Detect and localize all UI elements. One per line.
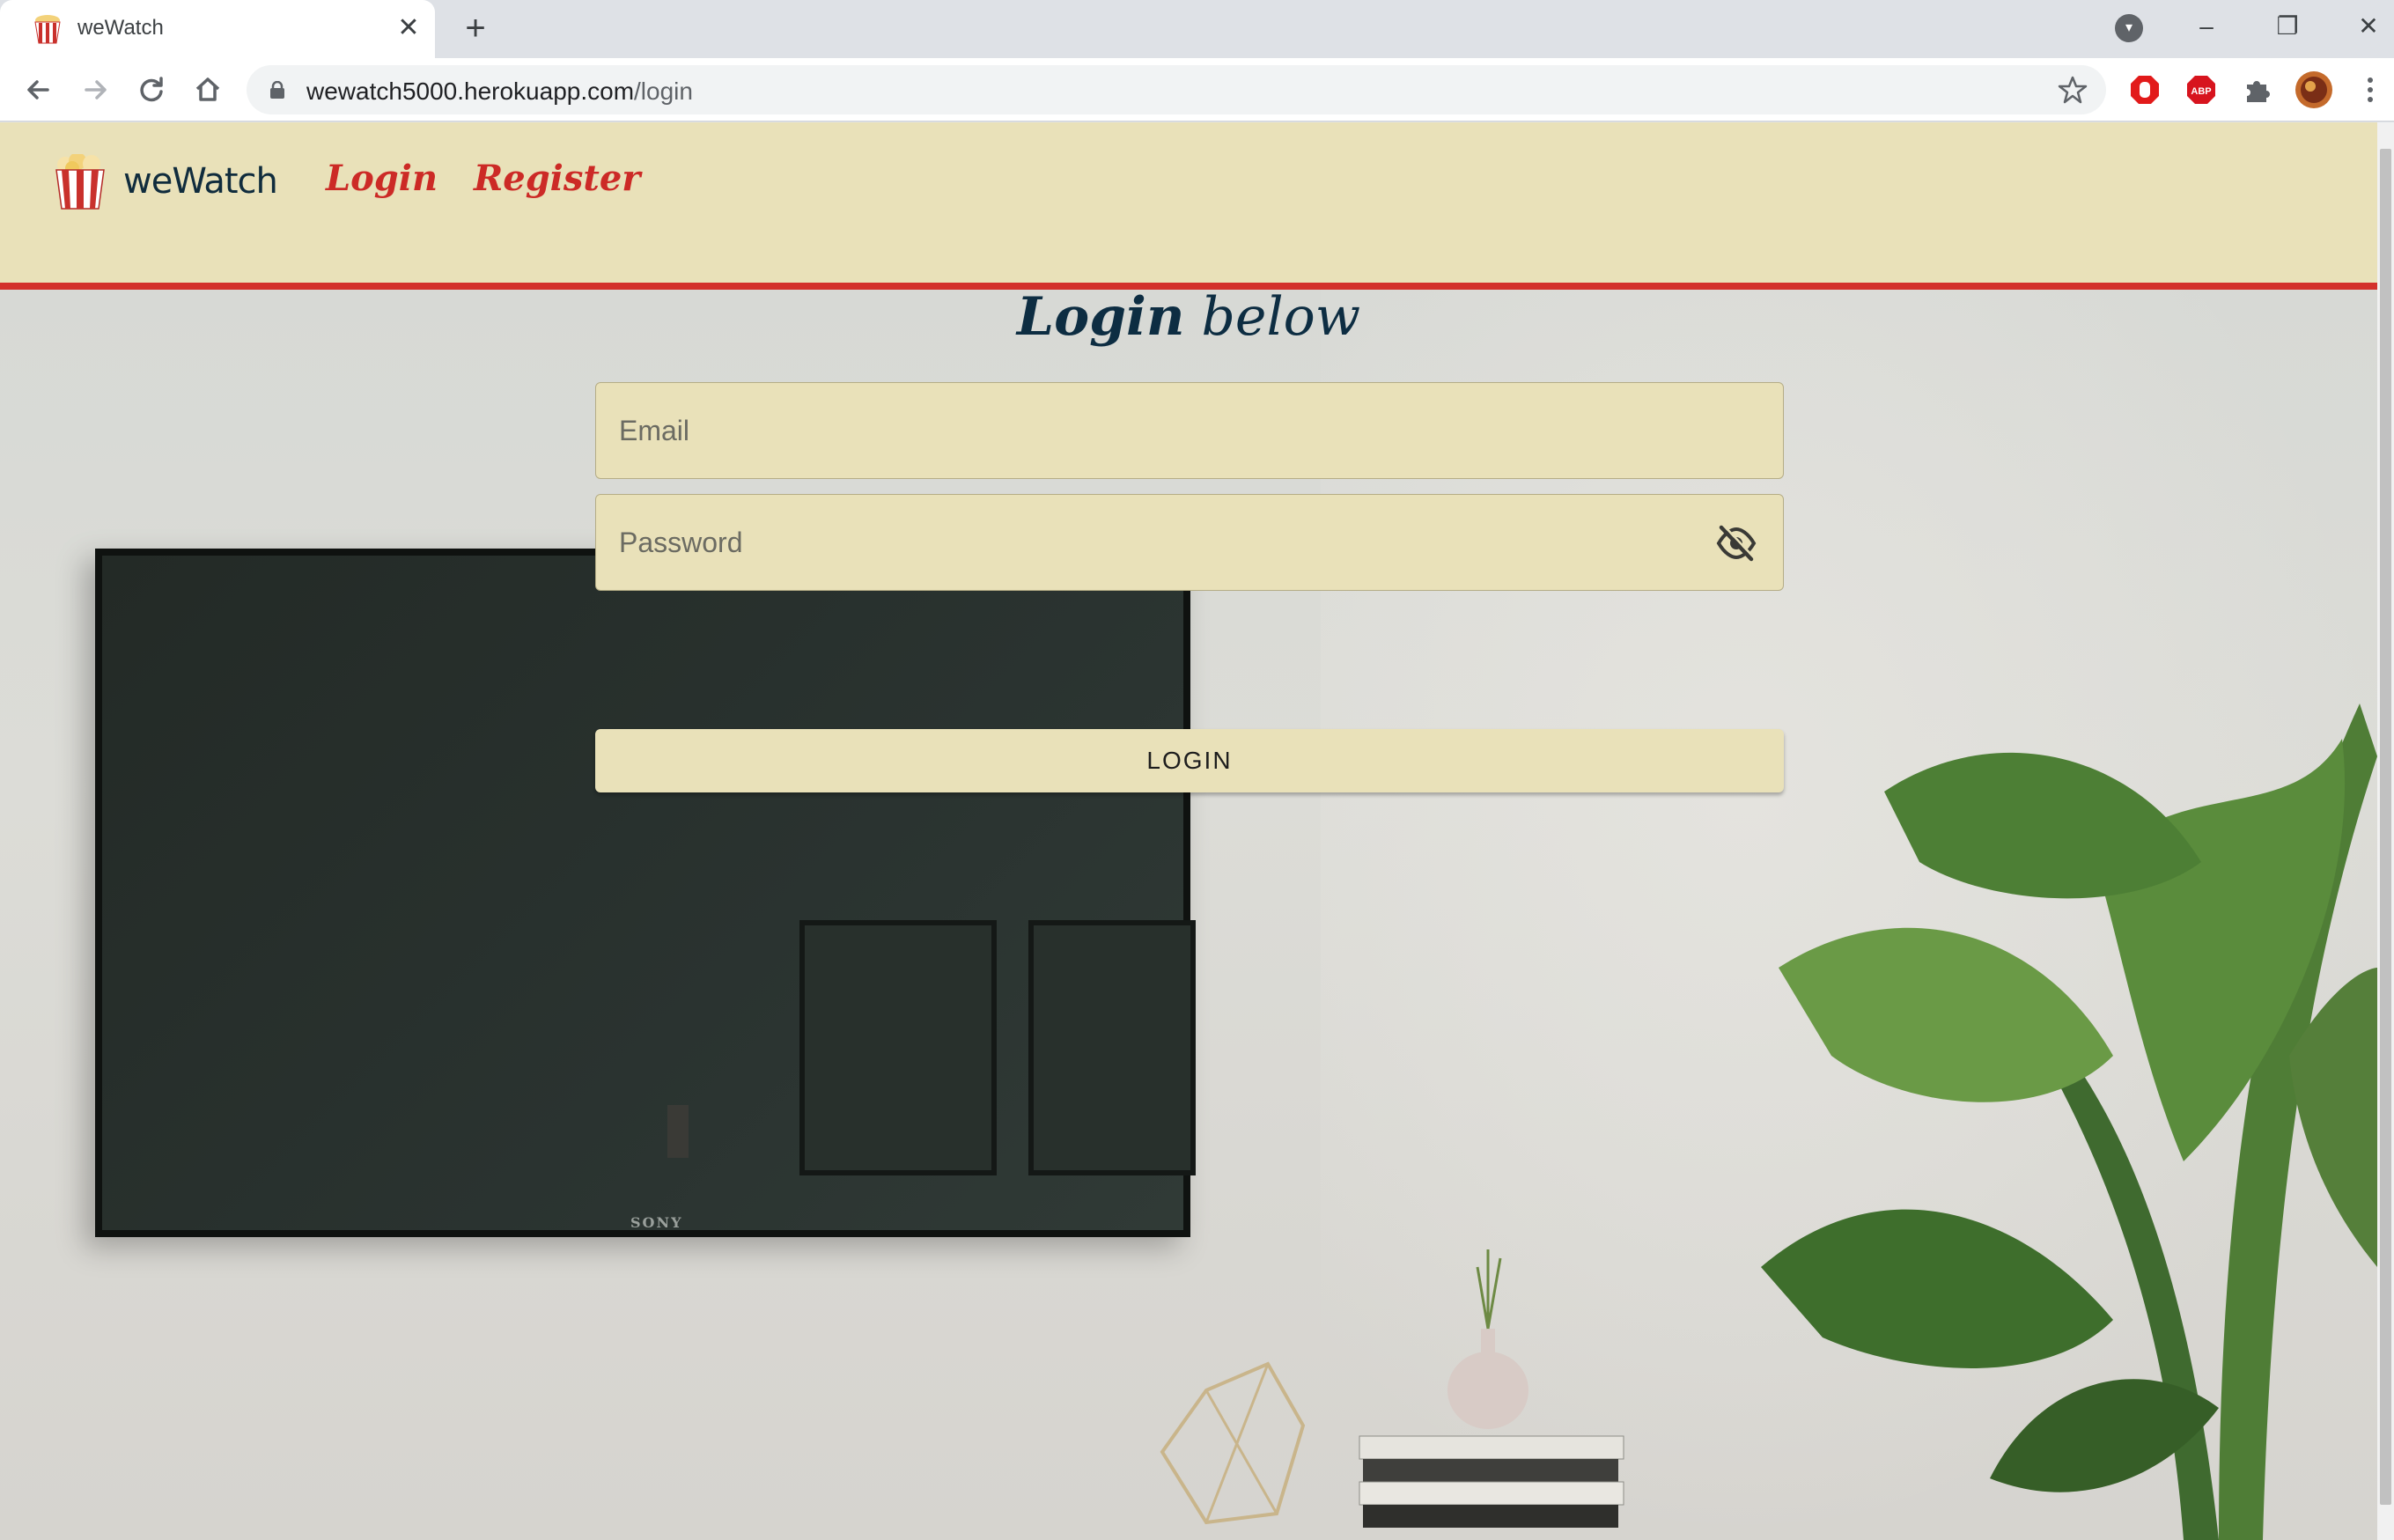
nav-link-register[interactable]: Register [474, 158, 640, 199]
login-submit-button[interactable]: LOGIN [595, 729, 1784, 792]
background-tv-image: SONY [95, 549, 1196, 1237]
nav-link-login[interactable]: Login [326, 158, 438, 199]
page-viewport: SONY weWatch Login Register Login below … [0, 122, 2377, 1540]
lock-icon[interactable] [269, 81, 285, 99]
password-input[interactable] [596, 495, 1783, 590]
new-tab-button[interactable]: + [458, 11, 493, 46]
profile-avatar[interactable] [2295, 70, 2333, 109]
title-bold: Login [1016, 286, 1185, 348]
page-scrollbar[interactable] [2377, 122, 2394, 1540]
back-arrow-icon[interactable] [19, 70, 58, 109]
opera-adblock-icon[interactable] [2127, 72, 2162, 107]
site-navbar: weWatch Login Register [0, 122, 2377, 283]
kebab-menu-icon[interactable] [2360, 74, 2381, 106]
email-input[interactable] [596, 383, 1783, 478]
close-window-button[interactable]: ✕ [2342, 7, 2394, 46]
abp-label: ABP [2191, 86, 2211, 97]
title-rest: below [1184, 286, 1361, 348]
tv-reflection-lamp [667, 1105, 689, 1158]
page-title: Login below [0, 286, 2377, 348]
password-field[interactable] [595, 494, 1784, 591]
address-bar[interactable]: wewatch5000.herokuapp.com/login [247, 65, 2106, 114]
tv-brand-label: SONY [630, 1214, 683, 1231]
puzzle-extensions-icon[interactable] [2240, 72, 2275, 107]
url-host: wewatch5000.herokuapp.com [306, 77, 635, 105]
email-field[interactable] [595, 382, 1784, 479]
restore-button[interactable]: ❐ [2261, 7, 2314, 46]
tv-screen [102, 556, 1183, 1230]
tab-close-icon[interactable]: ✕ [393, 12, 424, 44]
forward-arrow-icon[interactable] [76, 70, 114, 109]
background-plant-image [1761, 704, 2377, 1540]
scrollbar-thumb[interactable] [2380, 149, 2391, 1505]
popcorn-favicon-icon [34, 15, 61, 44]
tv-reflection-frame [1028, 920, 1196, 1175]
tab-search-icon[interactable]: ▾ [2115, 14, 2143, 42]
abp-icon[interactable]: ABP [2184, 72, 2219, 107]
minimize-button[interactable]: – [2180, 7, 2233, 46]
reload-icon[interactable] [132, 70, 171, 109]
browser-tabstrip: weWatch ✕ + ▾ – ❐ ✕ [0, 0, 2394, 58]
tab-title: weWatch [77, 16, 164, 40]
browser-tab-active[interactable]: weWatch ✕ [0, 0, 435, 58]
url-path: /login [634, 77, 693, 105]
popcorn-logo-icon[interactable] [53, 154, 107, 210]
browser-toolbar: wewatch5000.herokuapp.com/login ABP [0, 58, 2394, 122]
url-text[interactable]: wewatch5000.herokuapp.com/login [306, 77, 693, 106]
home-icon[interactable] [188, 70, 227, 109]
brand-name[interactable]: weWatch [123, 161, 278, 202]
eye-off-icon[interactable] [1716, 525, 1757, 562]
background-decor-image [1160, 1249, 1624, 1528]
bookmark-star-icon[interactable] [2057, 74, 2088, 106]
tv-reflection-frame [799, 920, 997, 1175]
